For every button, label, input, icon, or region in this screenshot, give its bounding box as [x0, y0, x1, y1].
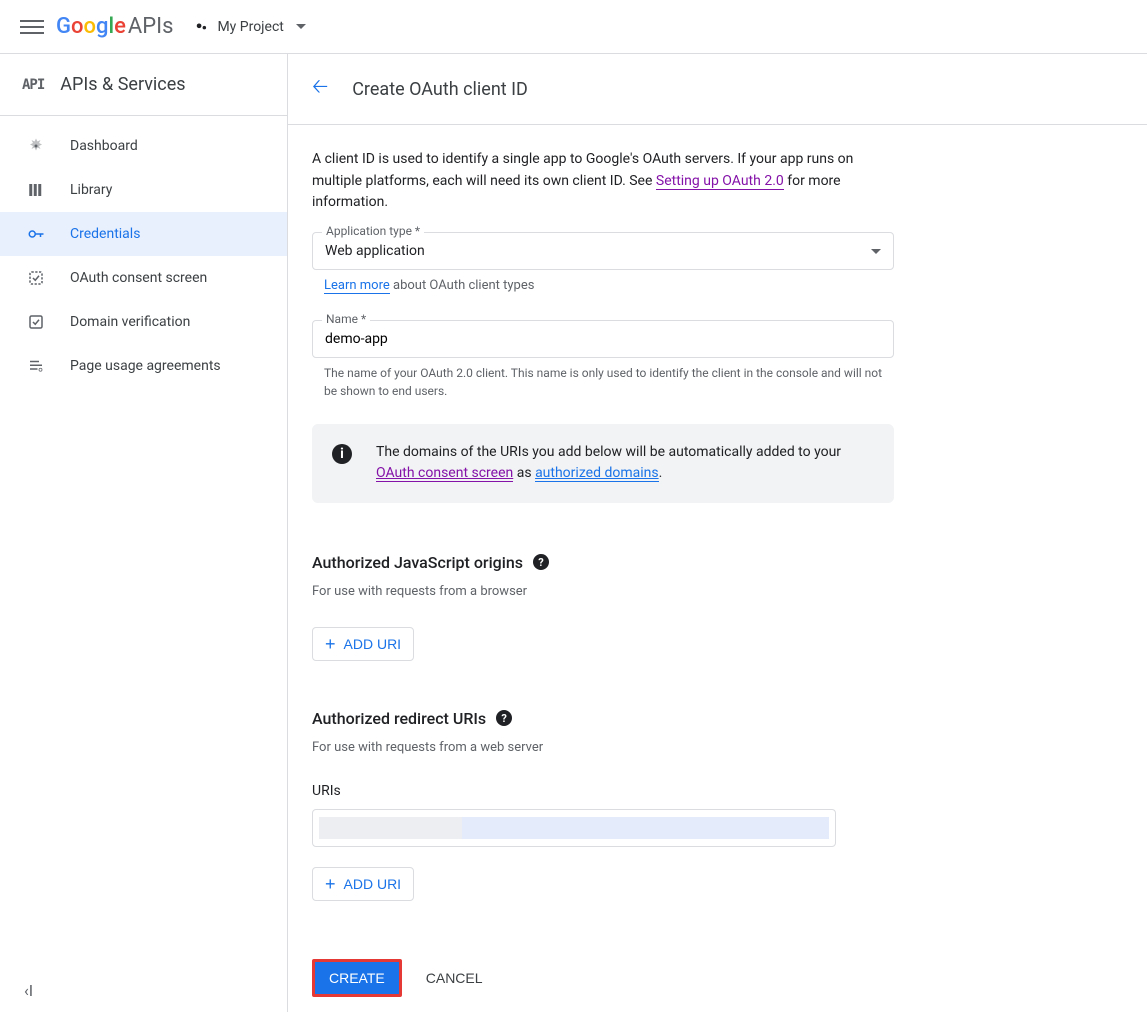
create-button[interactable]: CREATE — [312, 959, 402, 997]
api-badge-icon: API — [22, 77, 44, 93]
sidebar-item-label: Dashboard — [70, 138, 138, 154]
collapse-sidebar-icon[interactable]: ‹I — [24, 981, 33, 1000]
project-name: My Project — [217, 19, 283, 35]
sidebar-item-oauth-consent[interactable]: OAuth consent screen — [0, 256, 287, 300]
redirect-uri-input[interactable] — [312, 809, 836, 847]
info-icon: i — [332, 444, 352, 464]
description-text: A client ID is used to identify a single… — [312, 149, 894, 214]
name-field-wrap: Name * — [312, 320, 894, 358]
caret-down-icon — [296, 24, 306, 29]
logo-suffix: APIs — [128, 14, 174, 39]
back-arrow-icon[interactable]: 🡠 — [312, 72, 328, 106]
js-origins-title: Authorized JavaScript origins ? — [312, 553, 894, 572]
name-input[interactable] — [312, 320, 894, 358]
add-js-origin-button[interactable]: + ADD URI — [312, 627, 414, 661]
agreements-icon — [26, 356, 46, 376]
page-title: Create OAuth client ID — [352, 79, 528, 100]
sidebar: API APIs & Services Dashboard Library Cr… — [0, 54, 288, 1012]
dashboard-icon — [26, 136, 46, 156]
sidebar-item-label: Library — [70, 182, 112, 198]
name-helper-text: The name of your OAuth 2.0 client. This … — [324, 364, 894, 400]
top-header: Google APIs My Project — [0, 0, 1147, 54]
select-value: Web application — [325, 243, 425, 259]
plus-icon: + — [325, 875, 336, 893]
sidebar-item-library[interactable]: Library — [0, 168, 287, 212]
help-icon[interactable]: ? — [496, 710, 512, 726]
sidebar-item-label: Domain verification — [70, 314, 190, 330]
key-icon — [26, 224, 46, 244]
field-label: Application type * — [322, 224, 424, 238]
sidebar-item-dashboard[interactable]: Dashboard — [0, 124, 287, 168]
sidebar-header: API APIs & Services — [0, 54, 287, 116]
learn-more-link[interactable]: Learn more — [324, 278, 390, 294]
application-type-field: Application type * Web application — [312, 232, 894, 270]
main-header: 🡠 Create OAuth client ID — [288, 54, 1147, 125]
js-origins-subtitle: For use with requests from a browser — [312, 584, 894, 599]
authorized-domains-link[interactable]: authorized domains — [535, 465, 659, 482]
setup-oauth-link[interactable]: Setting up OAuth 2.0 — [656, 173, 784, 190]
info-banner: i The domains of the URIs you add below … — [312, 424, 894, 503]
consent-icon — [26, 268, 46, 288]
plus-icon: + — [325, 635, 336, 653]
field-label: Name * — [322, 312, 370, 326]
google-apis-logo[interactable]: Google APIs — [56, 14, 173, 39]
project-icon — [195, 20, 209, 34]
sidebar-item-label: OAuth consent screen — [70, 270, 207, 286]
add-redirect-uri-button[interactable]: + ADD URI — [312, 867, 414, 901]
project-selector[interactable]: My Project — [187, 15, 313, 39]
cancel-button[interactable]: CANCEL — [420, 962, 489, 994]
sidebar-item-domain-verification[interactable]: Domain verification — [0, 300, 287, 344]
help-icon[interactable]: ? — [533, 554, 549, 570]
oauth-consent-link[interactable]: OAuth consent screen — [376, 465, 513, 482]
sidebar-item-label: Page usage agreements — [70, 358, 221, 374]
verify-icon — [26, 312, 46, 332]
main-content: 🡠 Create OAuth client ID A client ID is … — [288, 54, 1147, 1012]
sidebar-item-label: Credentials — [70, 226, 140, 242]
sidebar-title: APIs & Services — [60, 74, 185, 95]
learn-more-suffix: about OAuth client types — [390, 278, 535, 293]
sidebar-item-credentials[interactable]: Credentials — [0, 212, 287, 256]
redacted-value — [319, 817, 829, 839]
caret-down-icon — [871, 249, 881, 254]
sidebar-item-page-usage[interactable]: Page usage agreements — [0, 344, 287, 388]
library-icon — [26, 180, 46, 200]
redirect-uris-subtitle: For use with requests from a web server — [312, 740, 894, 755]
uris-label: URIs — [312, 783, 894, 799]
redirect-uris-title: Authorized redirect URIs ? — [312, 709, 894, 728]
hamburger-menu-icon[interactable] — [20, 15, 44, 39]
